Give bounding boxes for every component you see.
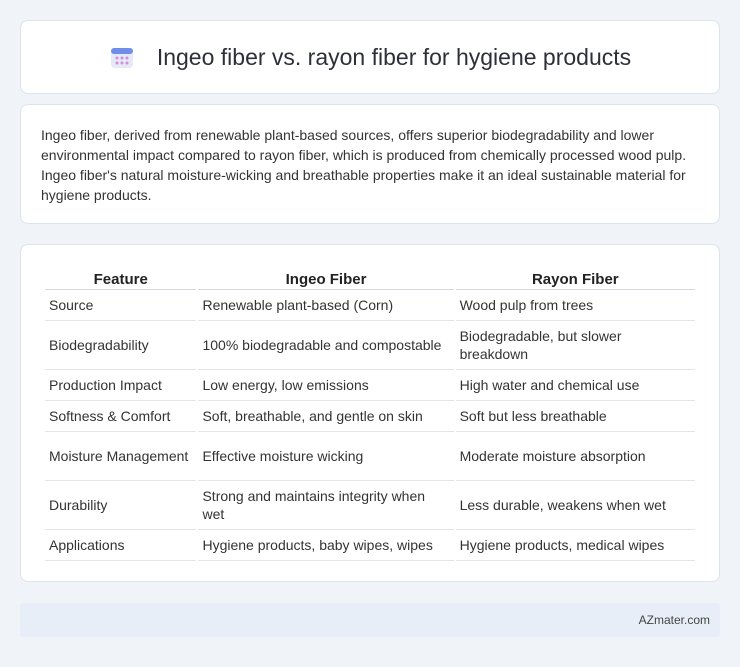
ingeo-cell: Effective moisture wicking [198, 432, 454, 481]
table-row: Applications Hygiene products, baby wipe… [45, 530, 695, 561]
feature-cell: Moisture Management [45, 432, 197, 481]
table-row: Moisture Management Effective moisture w… [45, 432, 695, 481]
rayon-cell: Moderate moisture absorption [455, 432, 695, 481]
intro-text: Ingeo fiber, derived from renewable plan… [41, 127, 687, 203]
ingeo-cell: Low energy, low emissions [198, 370, 454, 401]
table-row: Production Impact Low energy, low emissi… [45, 370, 695, 401]
feature-cell: Production Impact [45, 370, 197, 401]
column-header-ingeo: Ingeo Fiber [198, 263, 454, 290]
feature-cell: Biodegradability [45, 321, 197, 370]
ingeo-cell: Hygiene products, baby wipes, wipes [198, 530, 454, 561]
page-title: Ingeo fiber vs. rayon fiber for hygiene … [156, 43, 632, 70]
ingeo-cell: Strong and maintains integrity when wet [198, 481, 454, 530]
ingeo-cell: Renewable plant-based (Corn) [198, 290, 454, 321]
table-row: Biodegradability 100% biodegradable and … [45, 321, 695, 370]
table-row: Source Renewable plant-based (Corn) Wood… [45, 290, 695, 321]
rayon-cell: Less durable, weakens when wet [455, 481, 695, 530]
rayon-cell: Biodegradable, but slower breakdown [455, 321, 695, 370]
title-card: Ingeo fiber vs. rayon fiber for hygiene … [20, 20, 720, 94]
comparison-card: Feature Ingeo Fiber Rayon Fiber Source R… [20, 244, 720, 582]
calendar-icon [109, 44, 135, 70]
rayon-cell: High water and chemical use [455, 370, 695, 401]
feature-cell: Source [45, 290, 197, 321]
feature-cell: Applications [45, 530, 197, 561]
feature-cell: Softness & Comfort [45, 401, 197, 432]
column-header-feature: Feature [45, 263, 197, 290]
table-row: Softness & Comfort Soft, breathable, and… [45, 401, 695, 432]
intro-card: Ingeo fiber, derived from renewable plan… [20, 104, 720, 224]
ingeo-cell: 100% biodegradable and compostable [198, 321, 454, 370]
column-header-rayon: Rayon Fiber [455, 263, 695, 290]
ingeo-cell: Soft, breathable, and gentle on skin [198, 401, 454, 432]
footer-bar: AZmater.com [20, 603, 720, 637]
rayon-cell: Soft but less breathable [455, 401, 695, 432]
feature-cell: Durability [45, 481, 197, 530]
table-row: Durability Strong and maintains integrit… [45, 481, 695, 530]
rayon-cell: Wood pulp from trees [455, 290, 695, 321]
footer-site-label: AZmater.com [638, 613, 710, 627]
comparison-table: Feature Ingeo Fiber Rayon Fiber Source R… [43, 263, 697, 561]
rayon-cell: Hygiene products, medical wipes [455, 530, 695, 561]
table-header-row: Feature Ingeo Fiber Rayon Fiber [45, 263, 695, 290]
